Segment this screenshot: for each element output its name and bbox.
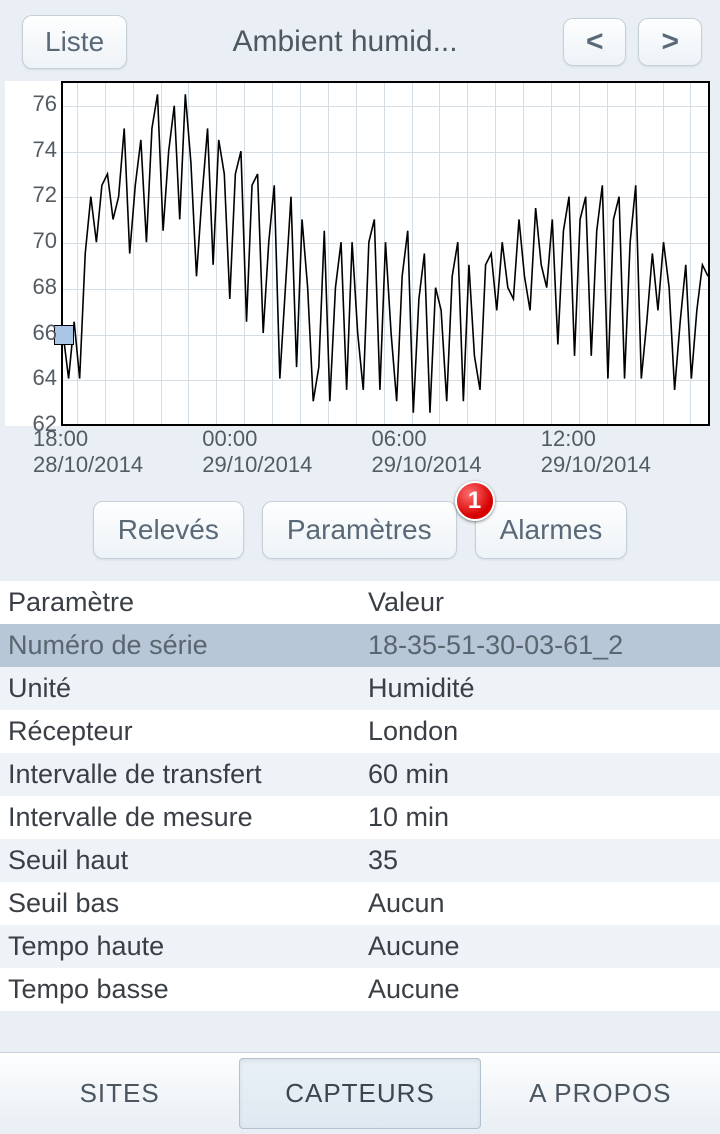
- x-tick: 06:0029/10/2014: [372, 426, 541, 479]
- table-row[interactable]: RécepteurLondon: [0, 710, 720, 753]
- bottom-nav: SITES CAPTEURS A PROPOS: [0, 1052, 720, 1134]
- param-value: 18-35-51-30-03-61_2: [360, 624, 720, 667]
- parametres-tab[interactable]: Paramètres: [262, 501, 457, 559]
- param-name: Récepteur: [0, 710, 360, 753]
- alarmes-badge: 1: [455, 481, 495, 521]
- table-row[interactable]: Tempo hauteAucune: [0, 925, 720, 968]
- param-value: 10 min: [360, 796, 720, 839]
- alarmes-tab[interactable]: Alarmes: [475, 501, 628, 559]
- param-value: Aucune: [360, 968, 720, 1011]
- param-name: Intervalle de transfert: [0, 753, 360, 796]
- x-tick: 18:0028/10/2014: [33, 426, 202, 479]
- header-value: Valeur: [360, 581, 720, 624]
- param-value: 35: [360, 839, 720, 882]
- chart-box[interactable]: 6264666870727476: [5, 81, 710, 426]
- subtab-row: Relevés Paramètres 1 Alarmes: [0, 479, 720, 581]
- param-value: Aucune: [360, 925, 720, 968]
- header-param: Paramètre: [0, 581, 360, 624]
- param-value: London: [360, 710, 720, 753]
- param-name: Intervalle de mesure: [0, 796, 360, 839]
- y-tick: 74: [33, 137, 57, 163]
- tab-capteurs[interactable]: CAPTEURS: [239, 1058, 480, 1129]
- page-title: Ambient humid...: [139, 25, 551, 59]
- top-bar: Liste Ambient humid... < >: [0, 0, 720, 81]
- param-name: Seuil haut: [0, 839, 360, 882]
- y-tick: 68: [33, 274, 57, 300]
- table-row[interactable]: Tempo basseAucune: [0, 968, 720, 1011]
- table-row[interactable]: Intervalle de transfert60 min: [0, 753, 720, 796]
- y-tick: 70: [33, 228, 57, 254]
- y-tick: 64: [33, 365, 57, 391]
- y-tick: 62: [33, 411, 57, 437]
- table-row[interactable]: Seuil basAucun: [0, 882, 720, 925]
- selection-marker[interactable]: [54, 325, 74, 345]
- y-tick: 66: [33, 320, 57, 346]
- param-name: Tempo basse: [0, 968, 360, 1011]
- param-name: Numéro de série: [0, 624, 360, 667]
- param-name: Seuil bas: [0, 882, 360, 925]
- y-tick: 72: [33, 182, 57, 208]
- y-tick: 76: [33, 91, 57, 117]
- table-row[interactable]: Numéro de série18-35-51-30-03-61_2: [0, 624, 720, 667]
- param-name: Unité: [0, 667, 360, 710]
- tab-sites[interactable]: SITES: [0, 1053, 239, 1134]
- table-header-row: Paramètre Valeur: [0, 581, 720, 624]
- liste-button[interactable]: Liste: [22, 15, 127, 69]
- x-tick: 12:0029/10/2014: [541, 426, 710, 479]
- x-axis-ticks: 18:0028/10/201400:0029/10/201406:0029/10…: [5, 426, 710, 479]
- x-tick: 00:0029/10/2014: [202, 426, 371, 479]
- table-row[interactable]: Seuil haut35: [0, 839, 720, 882]
- params-table: Paramètre Valeur Numéro de série18-35-51…: [0, 581, 720, 1011]
- chart-area: 62 64 66 68 70 72 74 76 18:0028/10/201400:0029/…: [0, 81, 720, 479]
- param-value: Humidité: [360, 667, 720, 710]
- param-value: Aucun: [360, 882, 720, 925]
- param-value: 60 min: [360, 753, 720, 796]
- prev-button[interactable]: <: [563, 18, 627, 66]
- releves-tab[interactable]: Relevés: [93, 501, 244, 559]
- table-row[interactable]: Intervalle de mesure10 min: [0, 796, 720, 839]
- next-button[interactable]: >: [638, 18, 702, 66]
- param-name: Tempo haute: [0, 925, 360, 968]
- humidity-series: [63, 83, 708, 424]
- tab-apropos[interactable]: A PROPOS: [481, 1053, 720, 1134]
- table-row[interactable]: UnitéHumidité: [0, 667, 720, 710]
